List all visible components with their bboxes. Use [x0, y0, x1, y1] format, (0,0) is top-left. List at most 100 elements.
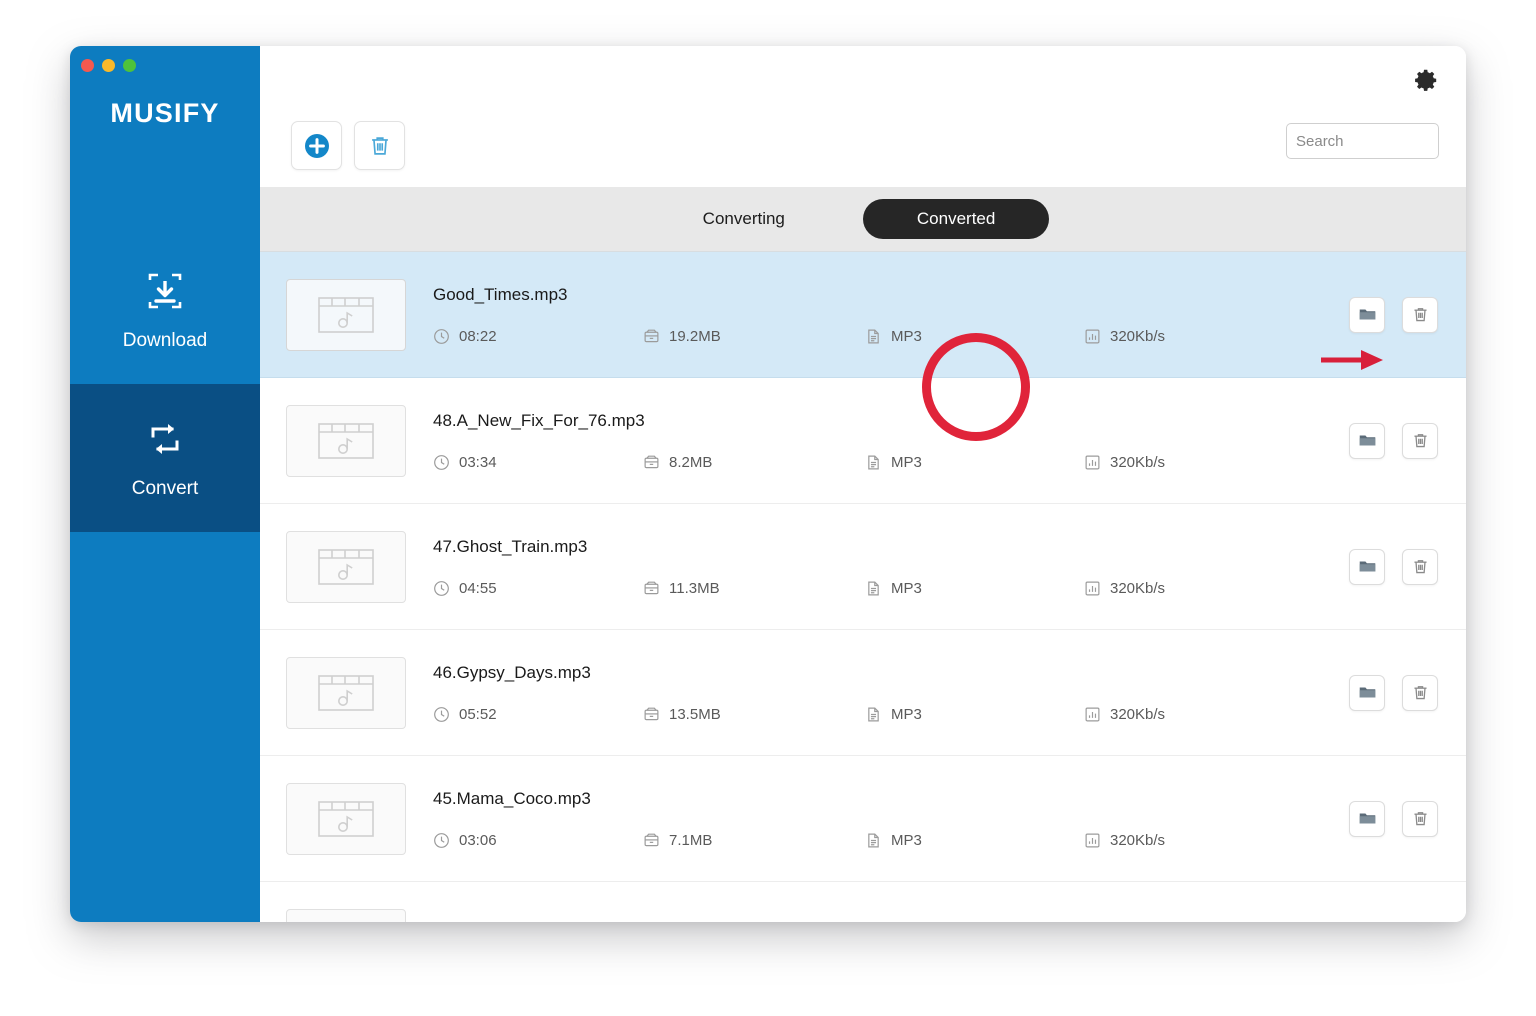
file-meta: 04:55 11.3MB	[433, 580, 1339, 597]
open-folder-button[interactable]	[1349, 297, 1385, 333]
meta-bitrate: 320Kb/s	[1084, 328, 1165, 345]
row-actions	[1349, 297, 1438, 333]
sidebar-item-label-convert: Convert	[132, 478, 199, 500]
sidebar-item-download[interactable]: Download	[70, 236, 260, 384]
convert-icon	[142, 416, 188, 462]
settings-button[interactable]	[1410, 66, 1440, 96]
trash-icon	[1411, 809, 1430, 828]
clock-icon	[433, 328, 450, 345]
tab-converting[interactable]: Converting	[677, 200, 811, 238]
file-thumbnail	[286, 657, 406, 729]
table-row[interactable]: 48.A_New_Fix_For_76.mp3 03:34	[260, 378, 1466, 504]
file-thumbnail	[286, 909, 406, 923]
row-actions	[1349, 675, 1438, 711]
meta-bitrate-value: 320Kb/s	[1110, 580, 1165, 597]
table-row[interactable]: 43.A_Good_Thing.mp3	[260, 882, 1466, 922]
music-file-icon	[315, 671, 377, 715]
document-icon	[865, 580, 882, 597]
add-file-button[interactable]	[291, 121, 342, 170]
document-icon	[865, 832, 882, 849]
bitrate-icon	[1084, 706, 1101, 723]
file-thumbnail	[286, 405, 406, 477]
toolbar	[260, 46, 1466, 187]
box-icon	[643, 580, 660, 597]
meta-format: MP3	[865, 580, 1084, 597]
meta-format-value: MP3	[891, 706, 922, 723]
file-thumbnail	[286, 279, 406, 351]
meta-format-value: MP3	[891, 328, 922, 345]
minimize-window-button[interactable]	[102, 59, 115, 72]
box-icon	[643, 454, 660, 471]
tab-converted[interactable]: Converted	[863, 199, 1049, 239]
meta-bitrate: 320Kb/s	[1084, 832, 1165, 849]
document-icon	[865, 706, 882, 723]
delete-file-button[interactable]	[1402, 675, 1438, 711]
main-panel: Converting Converted Good_Times.mp3	[260, 46, 1466, 922]
open-folder-button[interactable]	[1349, 801, 1385, 837]
meta-duration-value: 05:52	[459, 706, 497, 723]
folder-icon	[1358, 305, 1377, 324]
open-folder-button[interactable]	[1349, 549, 1385, 585]
meta-size: 8.2MB	[643, 454, 865, 471]
meta-format-value: MP3	[891, 454, 922, 471]
delete-file-button[interactable]	[1402, 423, 1438, 459]
delete-file-button[interactable]	[1402, 549, 1438, 585]
sidebar: MUSIFY Download Con	[70, 46, 260, 922]
meta-bitrate: 320Kb/s	[1084, 454, 1165, 471]
file-meta: 08:22 19.2MB	[433, 328, 1339, 345]
file-name: 45.Mama_Coco.mp3	[433, 789, 1339, 809]
trash-icon	[1411, 305, 1430, 324]
clock-icon	[433, 832, 450, 849]
folder-icon	[1358, 809, 1377, 828]
close-window-button[interactable]	[81, 59, 94, 72]
table-row[interactable]: 45.Mama_Coco.mp3 03:06	[260, 756, 1466, 882]
table-row[interactable]: 47.Ghost_Train.mp3 04:55	[260, 504, 1466, 630]
music-file-icon	[315, 797, 377, 841]
delete-file-button[interactable]	[1402, 801, 1438, 837]
search-input[interactable]	[1287, 124, 1438, 158]
delete-file-button[interactable]	[1402, 297, 1438, 333]
search-box[interactable]	[1286, 123, 1439, 159]
tab-bar: Converting Converted	[260, 187, 1466, 252]
box-icon	[643, 832, 660, 849]
file-info: 47.Ghost_Train.mp3 04:55	[433, 537, 1349, 597]
meta-format: MP3	[865, 454, 1084, 471]
trash-icon	[367, 133, 393, 159]
table-row[interactable]: Good_Times.mp3 08:22	[260, 252, 1466, 378]
file-info: 48.A_New_Fix_For_76.mp3 03:34	[433, 411, 1349, 471]
file-name: 48.A_New_Fix_For_76.mp3	[433, 411, 1339, 431]
file-list[interactable]: Good_Times.mp3 08:22	[260, 252, 1466, 922]
download-icon	[142, 268, 188, 314]
meta-format-value: MP3	[891, 580, 922, 597]
file-name: Good_Times.mp3	[433, 285, 1339, 305]
row-actions	[1349, 801, 1438, 837]
open-folder-button[interactable]	[1349, 675, 1385, 711]
meta-size-value: 19.2MB	[669, 328, 721, 345]
meta-size: 11.3MB	[643, 580, 865, 597]
folder-icon	[1358, 557, 1377, 576]
file-info: 45.Mama_Coco.mp3 03:06	[433, 789, 1349, 849]
meta-bitrate-value: 320Kb/s	[1110, 706, 1165, 723]
app-logo: MUSIFY	[70, 98, 260, 129]
sidebar-item-convert[interactable]: Convert	[70, 384, 260, 532]
bitrate-icon	[1084, 832, 1101, 849]
open-folder-button[interactable]	[1349, 423, 1385, 459]
music-file-icon	[315, 293, 377, 337]
table-row[interactable]: 46.Gypsy_Days.mp3 05:52	[260, 630, 1466, 756]
file-thumbnail	[286, 531, 406, 603]
file-info: 46.Gypsy_Days.mp3 05:52	[433, 663, 1349, 723]
meta-duration-value: 08:22	[459, 328, 497, 345]
meta-size-value: 13.5MB	[669, 706, 721, 723]
clear-list-button[interactable]	[354, 121, 405, 170]
music-file-icon	[315, 419, 377, 463]
box-icon	[643, 706, 660, 723]
meta-size: 7.1MB	[643, 832, 865, 849]
meta-duration-value: 04:55	[459, 580, 497, 597]
trash-icon	[1411, 431, 1430, 450]
meta-duration-value: 03:34	[459, 454, 497, 471]
row-actions	[1349, 423, 1438, 459]
box-icon	[643, 328, 660, 345]
maximize-window-button[interactable]	[123, 59, 136, 72]
meta-duration: 03:06	[433, 832, 643, 849]
folder-icon	[1358, 683, 1377, 702]
